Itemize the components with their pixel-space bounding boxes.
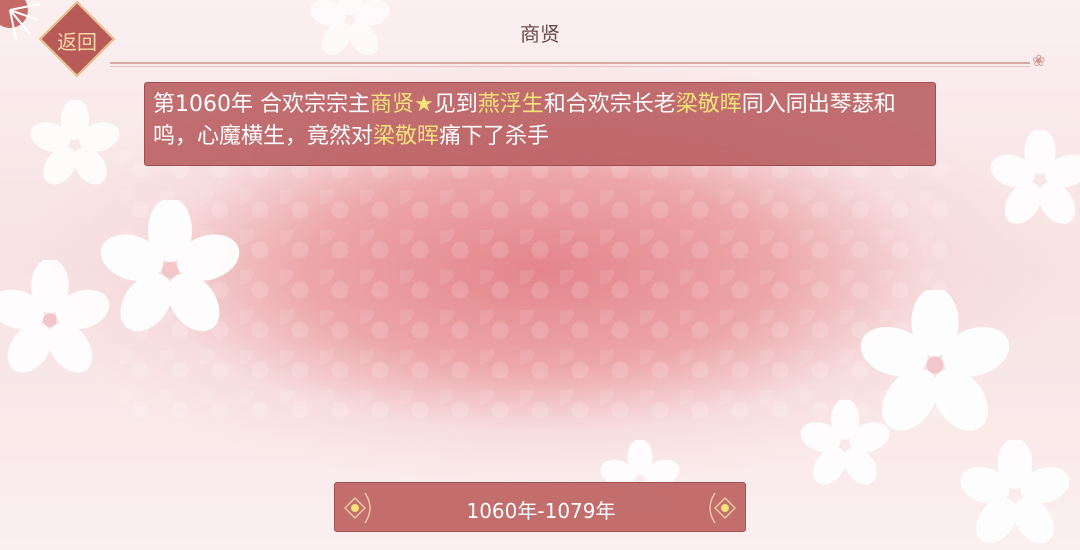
event-text-panel: 第1060年 合欢宗宗主商贤★见到燕浮生和合欢宗长老梁敬晖同入同出琴瑟和鸣，心魔…	[144, 82, 936, 166]
flower-icon	[960, 440, 1070, 544]
back-button-label: 返回	[57, 30, 97, 54]
event-text: 和合欢宗长老	[543, 92, 676, 117]
flower-icon	[30, 100, 120, 185]
flower-icon	[990, 130, 1080, 224]
scroll-end-ornament-icon: ❀	[1032, 51, 1046, 70]
page-title: 商贤	[520, 22, 560, 46]
event-text: 痛下了杀手	[439, 124, 550, 149]
flower-icon	[100, 200, 240, 332]
year-range-label: 1060年-1079年	[466, 499, 616, 523]
event-name-highlight: 燕浮生	[477, 92, 544, 117]
back-button[interactable]: 返回	[38, 0, 116, 78]
lace-background	[120, 150, 960, 420]
header-divider-thin	[110, 66, 1030, 67]
event-name-highlight: 梁敬晖	[675, 92, 742, 117]
event-text: 第1060年 合欢宗宗主	[153, 92, 370, 117]
header-divider	[110, 62, 1030, 64]
flower-icon	[0, 260, 110, 373]
event-name-highlight: 梁敬晖	[373, 124, 440, 149]
diamond-ornament-icon	[709, 492, 737, 524]
flower-icon	[800, 400, 890, 485]
event-text: 见到	[433, 92, 478, 117]
event-name-highlight: 商贤★	[369, 92, 434, 117]
year-range-selector[interactable]: 1060年-1079年	[334, 482, 746, 532]
top-bar: 商贤 ❀	[0, 0, 1080, 70]
